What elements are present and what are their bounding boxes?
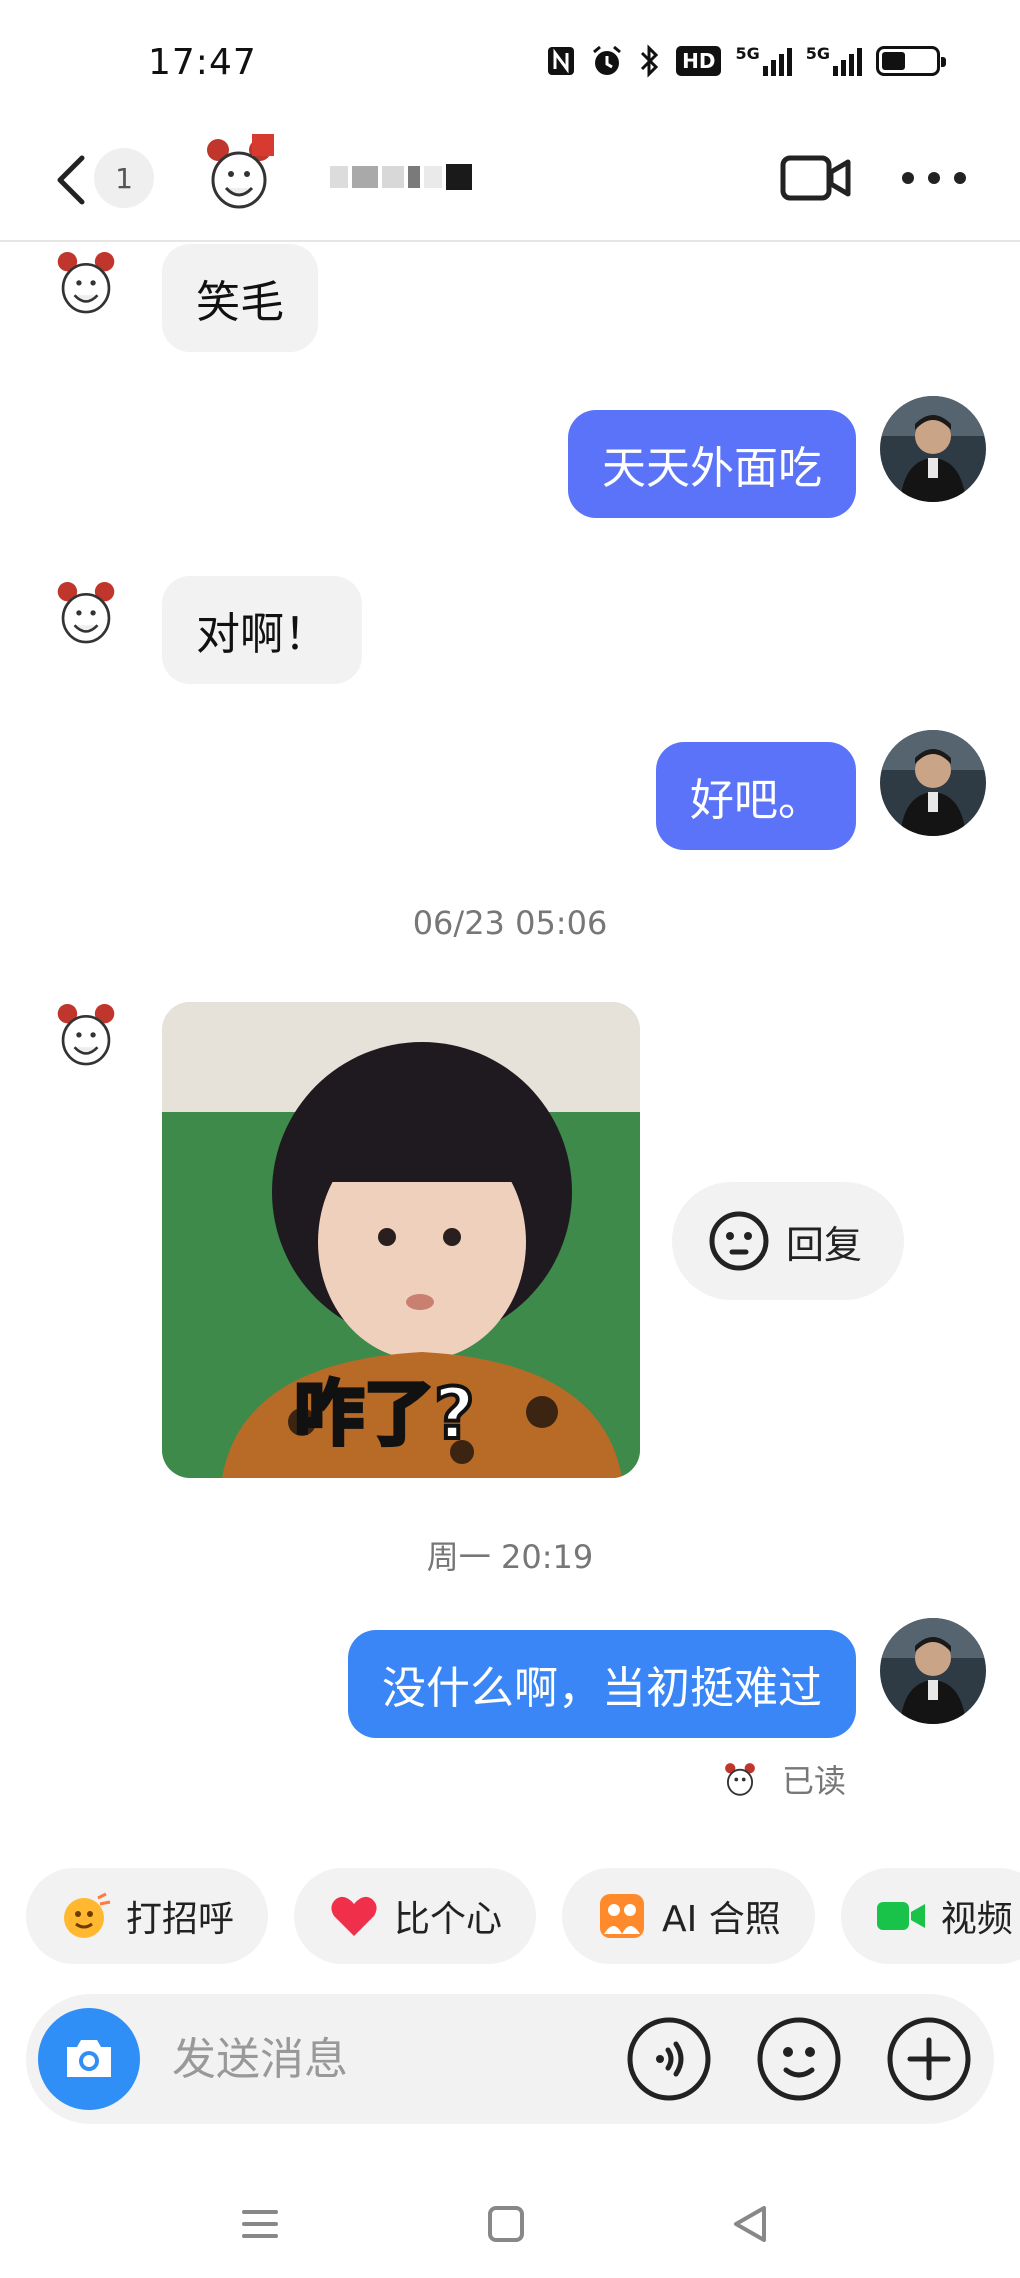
- heart-icon: [328, 1890, 380, 1942]
- timestamp: 周一 20:19: [426, 1538, 594, 1576]
- reply-label: 回复: [786, 1222, 863, 1267]
- quick-action-label: AI 合照: [662, 1899, 781, 1940]
- sticker-image[interactable]: 咋了?: [162, 1002, 640, 1478]
- video-icon: [875, 1890, 927, 1942]
- chevron-left-icon: [57, 155, 85, 205]
- more-button[interactable]: [902, 162, 966, 194]
- unread-count-badge[interactable]: 1: [94, 148, 154, 208]
- network-label: 5G: [805, 44, 830, 63]
- contact-avatar[interactable]: [196, 130, 282, 216]
- chat-header: 1: [0, 112, 1020, 242]
- name-blur: [424, 166, 442, 188]
- message-input-bar: [26, 1994, 994, 2124]
- read-status: 已读: [782, 1762, 847, 1800]
- home-nav-button[interactable]: [476, 2194, 536, 2254]
- status-time: 17:47: [148, 42, 257, 83]
- bluetooth-icon: [638, 44, 662, 78]
- plus-icon: [887, 2017, 971, 2101]
- ai-photo-icon: [596, 1890, 648, 1942]
- menu-icon: [242, 2210, 278, 2238]
- network-label: 5G: [735, 44, 760, 63]
- message-bubble-outgoing[interactable]: 没什么啊，当初挺难过: [348, 1630, 856, 1738]
- back-button[interactable]: [46, 150, 96, 210]
- status-bar: 17:47 HD 5G 5G: [0, 0, 1020, 112]
- quick-action-label: 打招呼: [126, 1899, 235, 1940]
- name-blur: [382, 166, 404, 188]
- voice-icon: [627, 2017, 711, 2101]
- emoji-icon: [757, 2017, 841, 2101]
- video-call-button[interactable]: [780, 148, 852, 208]
- emoji-button[interactable]: [756, 2016, 842, 2102]
- name-blur: [408, 166, 420, 188]
- name-blur: [446, 164, 472, 190]
- square-icon: [488, 2206, 524, 2242]
- dot: [954, 172, 966, 184]
- voice-button[interactable]: [626, 2016, 712, 2102]
- alarm-icon: [590, 44, 624, 78]
- battery-icon: [876, 46, 946, 76]
- name-blur: [352, 166, 378, 188]
- quick-action-greet[interactable]: 打招呼: [26, 1868, 269, 1964]
- quick-actions-bar: 打招呼 比个心 AI 合照 视频: [0, 1860, 1020, 1970]
- my-avatar[interactable]: [880, 730, 986, 836]
- sticker-caption: 咋了?: [292, 1371, 477, 1457]
- smiley-icon: [709, 1211, 769, 1271]
- nfc-icon: [546, 44, 576, 78]
- triangle-back-icon: [734, 2206, 766, 2242]
- dot: [928, 172, 940, 184]
- quick-action-ai-photo[interactable]: AI 合照: [562, 1868, 815, 1964]
- message-bubble-incoming[interactable]: 笑毛: [162, 244, 318, 352]
- contact-avatar[interactable]: [48, 244, 124, 320]
- message-bubble-outgoing[interactable]: 好吧。: [656, 742, 856, 850]
- contact-name[interactable]: [330, 164, 476, 190]
- my-avatar[interactable]: [880, 396, 986, 502]
- quick-action-heart[interactable]: 比个心: [294, 1868, 537, 1964]
- status-icons: HD 5G 5G: [546, 44, 946, 78]
- camera-button[interactable]: [38, 2008, 140, 2110]
- hd-label: HD: [676, 46, 722, 76]
- contact-mini-avatar: [725, 1763, 755, 1796]
- reply-button[interactable]: 回复: [672, 1182, 904, 1300]
- message-bubble-incoming[interactable]: 对啊！: [162, 576, 362, 684]
- quick-action-label: 视频: [940, 1899, 1013, 1940]
- camera-icon: [67, 2040, 111, 2077]
- read-receipt: 已读: [720, 1756, 846, 1802]
- back-nav-button[interactable]: [720, 2194, 780, 2254]
- name-blur: [330, 166, 348, 188]
- my-avatar[interactable]: [880, 1618, 986, 1724]
- dot: [902, 172, 914, 184]
- video-camera-icon: [780, 155, 851, 201]
- quick-action-label: 比个心: [394, 1899, 503, 1940]
- contact-avatar[interactable]: [48, 996, 124, 1072]
- menu-nav-button[interactable]: [230, 2194, 290, 2254]
- timestamp: 06/23 05:06: [412, 904, 608, 942]
- quick-action-video[interactable]: 视频: [840, 1868, 1020, 1964]
- wave-emoji-icon: [60, 1890, 112, 1942]
- hd-icon: HD: [676, 44, 722, 78]
- message-bubble-outgoing[interactable]: 天天外面吃: [568, 410, 856, 518]
- signal-5g-icon: 5G: [806, 44, 862, 78]
- battery-fill: [882, 52, 906, 70]
- message-input[interactable]: [172, 2026, 592, 2092]
- signal-5g-icon: 5G: [735, 44, 792, 78]
- contact-avatar[interactable]: [48, 574, 124, 650]
- plus-button[interactable]: [886, 2016, 972, 2102]
- system-nav-bar: [0, 2170, 1020, 2270]
